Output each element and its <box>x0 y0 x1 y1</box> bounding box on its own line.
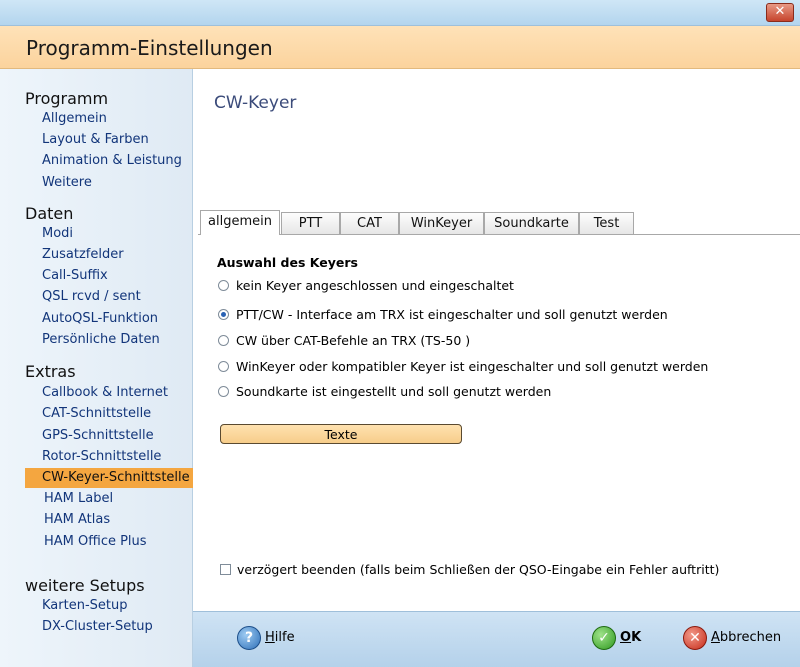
tab-allgemein[interactable]: allgemein <box>200 210 280 235</box>
sidebar-item-qsl-rcvd-sent[interactable]: QSL rcvd / sent <box>25 287 193 307</box>
window-title: Programm-Einstellungen <box>26 36 273 60</box>
sidebar-group-programm: Programm <box>25 89 109 108</box>
sidebar-item-animation-leistung[interactable]: Animation & Leistung <box>25 151 193 171</box>
ok-button[interactable]: ✓ OK <box>592 625 641 651</box>
radio-button[interactable] <box>218 386 229 397</box>
tab-winkeyer[interactable]: WinKeyer <box>399 212 484 234</box>
main-content: CW-Keyer allgemein PTT CAT WinKeyer Soun… <box>193 69 800 611</box>
option-label: CW über CAT-Befehle an TRX (TS-50 ) <box>236 333 471 348</box>
radio-button[interactable] <box>218 280 229 291</box>
keyer-option-soundkarte[interactable]: Soundkarte ist eingestellt und soll genu… <box>218 383 551 401</box>
sidebar-group-weitere-setups: weitere Setups <box>25 576 145 595</box>
texte-button[interactable]: Texte <box>220 424 462 444</box>
keyer-option-ptt-cw[interactable]: PTT/CW - Interface am TRX ist eingeschal… <box>218 306 668 324</box>
header-banner: Programm-Einstellungen <box>0 26 800 69</box>
page-title: CW-Keyer <box>214 93 297 113</box>
cancel-label-mnemonic: A <box>711 630 720 645</box>
option-label: kein Keyer angeschlossen und eingeschalt… <box>236 278 514 293</box>
sidebar-item-zusatzfelder[interactable]: Zusatzfelder <box>25 245 193 265</box>
help-label-mnemonic: H <box>265 630 275 645</box>
help-label: ilfe <box>274 630 295 645</box>
tab-test[interactable]: Test <box>579 212 634 234</box>
sidebar-item-modi[interactable]: Modi <box>25 224 193 244</box>
sidebar-item-cw-keyer-schnittstelle[interactable]: CW-Keyer-Schnittstelle <box>25 468 193 488</box>
cancel-label: bbrechen <box>719 630 782 645</box>
sidebar-item-layout-farben[interactable]: Layout & Farben <box>25 130 193 150</box>
sidebar-item-dx-cluster-setup[interactable]: DX-Cluster-Setup <box>25 617 193 637</box>
sidebar-group-extras: Extras <box>25 362 76 381</box>
sidebar-item-callbook-internet[interactable]: Callbook & Internet <box>25 383 193 403</box>
tab-cat[interactable]: CAT <box>340 212 399 234</box>
cancel-button[interactable]: ✕ Abbrechen <box>683 625 781 651</box>
sidebar-item-gps-schnittstelle[interactable]: GPS-Schnittstelle <box>25 426 193 446</box>
radio-button[interactable] <box>218 361 229 372</box>
section-title: Auswahl des Keyers <box>217 255 358 270</box>
sidebar-item-persoenliche-daten[interactable]: Persönliche Daten <box>25 330 193 350</box>
keyer-option-winkeyer[interactable]: WinKeyer oder kompatibler Keyer ist eing… <box>218 358 708 376</box>
delay-checkbox-label: verzögert beenden (falls beim Schließen … <box>237 562 720 577</box>
checkmark-icon: ✓ <box>592 625 616 650</box>
sidebar: Programm Allgemein Layout & Farben Anima… <box>0 69 193 667</box>
ok-label: K <box>631 630 642 645</box>
sidebar-item-autoqsl[interactable]: AutoQSL-Funktion <box>25 309 193 329</box>
option-label: PTT/CW - Interface am TRX ist eingeschal… <box>236 307 668 322</box>
tab-ptt[interactable]: PTT <box>281 212 340 234</box>
help-button[interactable]: ? Hilfe <box>237 625 295 651</box>
sidebar-item-call-suffix[interactable]: Call-Suffix <box>25 266 193 286</box>
ok-label-mnemonic: O <box>620 630 632 645</box>
settings-window: ✕ Programm-Einstellungen Programm Allgem… <box>0 0 800 667</box>
sidebar-item-ham-atlas[interactable]: HAM Atlas <box>25 510 193 530</box>
close-button[interactable]: ✕ <box>766 3 794 22</box>
cancel-x-icon: ✕ <box>683 625 707 650</box>
tab-soundkarte[interactable]: Soundkarte <box>484 212 579 234</box>
sidebar-item-cat-schnittstelle[interactable]: CAT-Schnittstelle <box>25 404 193 424</box>
footer-bar: ? Hilfe ✓ OK ✕ Abbrechen <box>193 611 800 667</box>
sidebar-item-allgemein[interactable]: Allgemein <box>25 109 193 129</box>
delay-checkbox[interactable] <box>220 564 231 575</box>
tab-bar: allgemein PTT CAT WinKeyer Soundkarte Te… <box>198 210 800 235</box>
radio-button[interactable] <box>218 335 229 346</box>
sidebar-item-karten-setup[interactable]: Karten-Setup <box>25 596 193 616</box>
sidebar-item-ham-label[interactable]: HAM Label <box>25 489 193 509</box>
title-bar: ✕ <box>0 0 800 26</box>
option-label: WinKeyer oder kompatibler Keyer ist eing… <box>236 359 709 374</box>
sidebar-group-daten: Daten <box>25 204 74 223</box>
option-label: Soundkarte ist eingestellt und soll genu… <box>236 384 552 399</box>
sidebar-item-ham-office-plus[interactable]: HAM Office Plus <box>25 532 193 552</box>
keyer-option-cat[interactable]: CW über CAT-Befehle an TRX (TS-50 ) <box>218 332 470 350</box>
keyer-option-none[interactable]: kein Keyer angeschlossen und eingeschalt… <box>218 277 514 295</box>
tab-panel-allgemein: Auswahl des Keyers kein Keyer angeschlos… <box>198 234 800 611</box>
sidebar-item-rotor-schnittstelle[interactable]: Rotor-Schnittstelle <box>25 447 193 467</box>
delay-close-option[interactable]: verzögert beenden (falls beim Schließen … <box>220 561 719 579</box>
sidebar-item-weitere[interactable]: Weitere <box>25 173 193 193</box>
radio-button-checked[interactable] <box>218 309 229 320</box>
help-icon: ? <box>237 625 261 650</box>
